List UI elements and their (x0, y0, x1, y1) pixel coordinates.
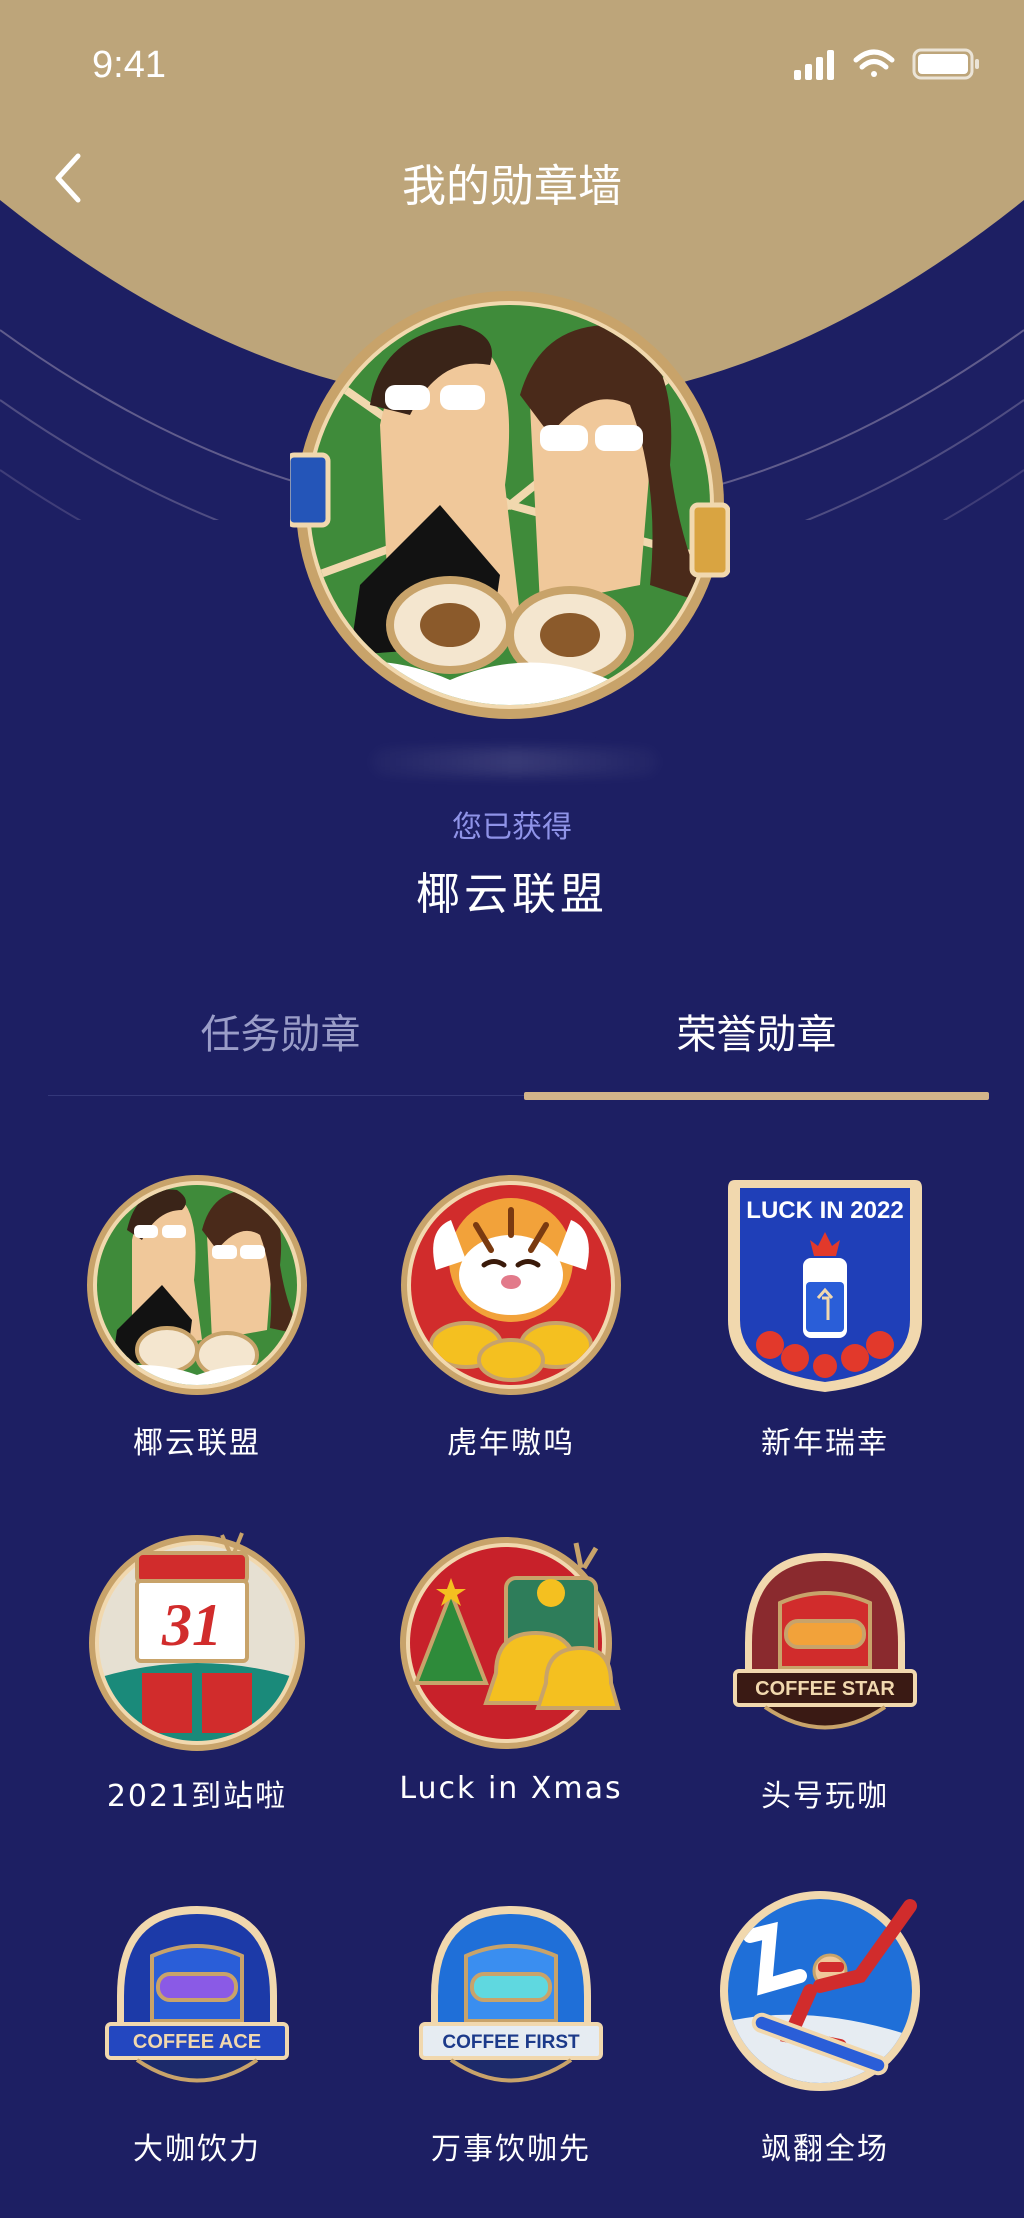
calendar-31-badge-icon: 31 (89, 1532, 305, 1751)
badge-label: 飒翻全场 (761, 2132, 889, 2167)
badge-grid: 椰云联盟 虎年嗷呜 LUCK IN 2022 新年瑞幸 31 2021到站啦 L… (40, 1170, 984, 2189)
status-time: 9:41 (92, 44, 166, 86)
wifi-icon (853, 49, 895, 77)
badge-item-coffee-star[interactable]: COFFEE STAR 头号玩咖 (668, 1523, 982, 1836)
page-title: 我的勋章墙 (402, 161, 622, 212)
badge-item-tiger-year[interactable]: 虎年嗷呜 (354, 1170, 668, 1483)
coconut-alliance-badge-icon (87, 1175, 307, 1395)
badge-label: 头号玩咖 (761, 1779, 889, 1814)
badge-item-2021-arrival[interactable]: 31 2021到站啦 (40, 1523, 354, 1836)
badge-label: 椰云联盟 (133, 1426, 261, 1461)
signal-icon (794, 50, 834, 80)
badge-label: 万事饮咖先 (431, 2132, 591, 2167)
user-name-blurred (370, 748, 660, 776)
status-bar: 9:41 (0, 0, 1024, 120)
coffee-star-badge-icon: COFFEE STAR (733, 1553, 917, 1730)
badge-item-coffee-ace[interactable]: COFFEE ACE 大咖饮力 (40, 1876, 354, 2189)
earned-label: 您已获得 (452, 810, 572, 845)
status-icons (794, 48, 979, 80)
earned-badge-name: 椰云联盟 (416, 869, 608, 920)
luck-in-2022-badge-icon: LUCK IN 2022 (728, 1180, 922, 1392)
tab-honor-badges[interactable]: 荣誉勋章 (524, 1000, 989, 1100)
badge-text: COFFEE FIRST (442, 2032, 580, 2053)
badge-text: COFFEE STAR (755, 1678, 895, 1700)
badge-label: 新年瑞幸 (761, 1426, 889, 1461)
badge-tabs: 任务勋章 荣誉勋章 (48, 1000, 989, 1100)
hero-coconut-alliance-badge-icon (290, 291, 730, 719)
badge-label: Luck in Xmas (399, 1771, 623, 1806)
navigation-bar: 我的勋章墙 (0, 140, 1024, 220)
badge-item-coconut-alliance[interactable]: 椰云联盟 (40, 1170, 354, 1483)
badge-item-snowboard[interactable]: 飒翻全场 (668, 1876, 982, 2189)
badge-text: LUCK IN 2022 (746, 1197, 903, 1224)
snowboard-badge-icon (720, 1891, 920, 2091)
coffee-ace-badge-icon: COFFEE ACE (105, 1906, 289, 2083)
badge-label: 2021到站啦 (106, 1779, 288, 1814)
badge-text: COFFEE ACE (133, 2031, 261, 2053)
battery-icon (912, 48, 979, 80)
tiger-year-badge-icon (401, 1175, 621, 1395)
badge-item-luck-in-2022[interactable]: LUCK IN 2022 新年瑞幸 (668, 1170, 982, 1483)
badge-item-coffee-first[interactable]: COFFEE FIRST 万事饮咖先 (354, 1876, 668, 2189)
xmas-bells-badge-icon (400, 1537, 621, 1749)
badge-text: 31 (161, 1592, 222, 1658)
badge-item-luck-in-xmas[interactable]: Luck in Xmas (354, 1523, 668, 1836)
coffee-first-badge-icon: COFFEE FIRST (419, 1906, 603, 2083)
tab-task-badges[interactable]: 任务勋章 (48, 1000, 513, 1096)
badge-label: 大咖饮力 (133, 2132, 261, 2167)
badge-label: 虎年嗷呜 (447, 1426, 575, 1461)
